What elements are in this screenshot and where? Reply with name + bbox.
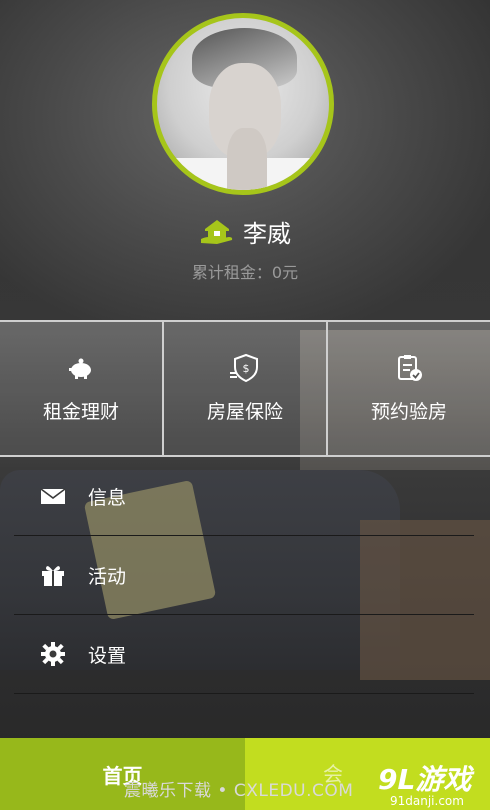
clipboard-check-icon	[398, 355, 422, 381]
rent-total: 累计租金：0元	[191, 263, 299, 282]
menu-item-messages[interactable]: 信息	[14, 457, 474, 536]
menu-item-settings[interactable]: 设置	[14, 615, 474, 694]
services-grid: 租金理财 $ 房屋保险 预约验房	[0, 320, 490, 457]
user-name: 李威	[243, 219, 291, 248]
menu-list: 信息 活动 设置	[14, 457, 474, 694]
brand-url: 91danji.com	[390, 794, 464, 808]
brand-logo: 9L游戏 91danji.com	[378, 758, 488, 808]
avatar[interactable]	[152, 13, 334, 195]
service-label: 预约验房	[370, 401, 447, 423]
service-label: 房屋保险	[206, 401, 283, 423]
profile-name-row: 李威	[0, 214, 490, 248]
house-hand-icon	[199, 217, 235, 245]
service-label: 租金理财	[42, 401, 119, 423]
menu-item-label: 信息	[88, 486, 127, 509]
shield-money-icon: $	[230, 353, 258, 383]
service-rent-finance[interactable]: 租金理财	[0, 322, 164, 455]
service-house-insurance[interactable]: $ 房屋保险	[164, 322, 328, 455]
gear-icon	[41, 642, 65, 666]
service-inspection-booking[interactable]: 预约验房	[328, 322, 490, 455]
menu-item-label: 设置	[88, 644, 127, 667]
brand-logo-text: 9L游戏	[378, 763, 472, 796]
gift-icon	[42, 566, 64, 586]
watermark-text: 震曦乐下载 • CXLEDU.COM	[124, 781, 354, 801]
menu-item-activities[interactable]: 活动	[14, 536, 474, 615]
mail-icon	[40, 488, 66, 504]
svg-text:$: $	[243, 362, 250, 375]
piggy-bank-icon	[69, 358, 91, 379]
menu-item-label: 活动	[88, 565, 127, 588]
